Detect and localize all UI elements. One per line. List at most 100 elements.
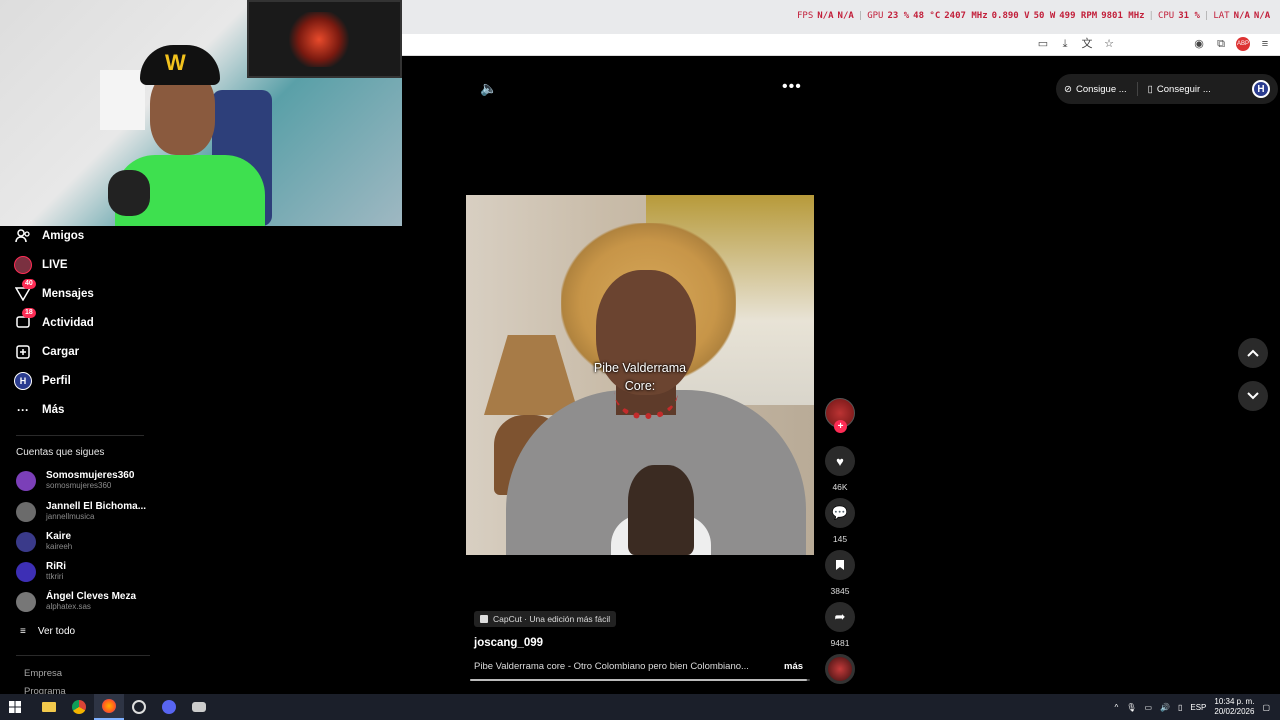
footer-link-company[interactable]: Empresa bbox=[24, 668, 62, 679]
share-action[interactable]: ➦ 9481 bbox=[822, 602, 858, 648]
heart-icon: ♥ bbox=[825, 446, 855, 476]
cpu-label: CPU bbox=[1157, 11, 1175, 21]
messages-icon: 40 bbox=[14, 279, 36, 303]
video-progress[interactable] bbox=[470, 679, 810, 681]
account-name: Ángel Cleves Meza bbox=[46, 591, 137, 602]
sidebar-item-activity[interactable]: 18 Actividad bbox=[14, 308, 94, 334]
firefox-icon[interactable] bbox=[94, 694, 124, 720]
background-monitor bbox=[247, 0, 402, 78]
gpu-temp: 48 °C bbox=[913, 11, 941, 21]
sidebar-item-messages[interactable]: 40 Mensajes bbox=[14, 279, 94, 305]
following-account[interactable]: Jannell El Bichoma... jannellmusica bbox=[16, 501, 146, 522]
microphone-icon[interactable]: 🎙 bbox=[1126, 703, 1136, 712]
language-indicator[interactable]: ESP bbox=[1190, 703, 1206, 712]
lat-value: N/A bbox=[1233, 11, 1250, 21]
address-bar: ▭ ⤓ 文 ☆ ◉ ⧉ ABP ≡ bbox=[402, 34, 1280, 56]
get-coins-label: Consigue ... bbox=[1075, 83, 1127, 95]
fps-value-2: N/A bbox=[837, 11, 854, 21]
sidebar-item-more[interactable]: ··· Más bbox=[14, 399, 64, 421]
get-coins-button[interactable]: ⊘ Consigue ... bbox=[1064, 84, 1127, 95]
video-description: Pibe Valderrama core - Otro Colombiano p… bbox=[474, 661, 749, 672]
shares-count: 9481 bbox=[830, 638, 850, 648]
sidebar-item-label: Cargar bbox=[42, 346, 80, 358]
video-player[interactable]: Pibe Valderrama Core: bbox=[466, 195, 814, 555]
following-account[interactable]: Kaire kaireeh bbox=[16, 531, 72, 552]
account-handle: jannellmusica bbox=[46, 512, 95, 521]
capcut-icon bbox=[480, 615, 488, 623]
fps-value: N/A bbox=[817, 11, 834, 21]
activity-icon: 18 bbox=[14, 308, 36, 332]
sidebar-item-profile[interactable]: H Perfil bbox=[14, 370, 71, 392]
account-name: Kaire bbox=[46, 531, 72, 542]
file-explorer-icon[interactable] bbox=[34, 694, 64, 720]
battery-icon[interactable]: ▯ bbox=[1178, 703, 1182, 712]
chrome-icon[interactable] bbox=[64, 694, 94, 720]
capture-app-icon[interactable] bbox=[184, 694, 214, 720]
following-account[interactable]: Ángel Cleves Meza alphatex.sas bbox=[16, 591, 136, 612]
adblock-icon[interactable]: ABP bbox=[1236, 37, 1250, 51]
sound-disc-icon[interactable] bbox=[825, 654, 855, 684]
performance-app-icon[interactable] bbox=[124, 694, 154, 720]
sidebar-item-friends[interactable]: Amigos bbox=[14, 225, 84, 247]
save-action[interactable]: 3845 bbox=[822, 550, 858, 596]
bookmark-icon bbox=[825, 550, 855, 580]
clock-date: 20/02/2026 bbox=[1214, 707, 1255, 716]
previous-video-button[interactable] bbox=[1238, 338, 1268, 368]
sidebar-item-upload[interactable]: Cargar bbox=[14, 341, 79, 363]
chevron-up-icon[interactable]: ^ bbox=[1115, 703, 1119, 712]
translate-icon[interactable]: 文 bbox=[1080, 37, 1094, 51]
see-all-label: Ver todo bbox=[37, 626, 76, 637]
list-icon: ≡ bbox=[20, 626, 26, 637]
clock[interactable]: 10:34 p. m. 20/02/2026 bbox=[1214, 697, 1254, 717]
avatar bbox=[16, 561, 36, 582]
more-button[interactable]: más bbox=[784, 661, 803, 672]
menu-icon[interactable]: ≡ bbox=[1258, 37, 1272, 51]
account-handle: alphatex.sas bbox=[46, 602, 91, 611]
divider bbox=[16, 655, 150, 656]
see-all-button[interactable]: ≡ Ver todo bbox=[20, 626, 75, 637]
comments-count: 145 bbox=[832, 534, 848, 544]
upload-icon bbox=[14, 343, 32, 361]
live-icon bbox=[14, 256, 32, 274]
volume-icon[interactable]: 🔈 bbox=[480, 80, 497, 97]
share-icon: ➦ bbox=[825, 602, 855, 632]
more-options-icon[interactable]: ••• bbox=[782, 78, 802, 96]
account-handle: ttkriri bbox=[46, 572, 64, 581]
gpu-clock: 2407 MHz bbox=[944, 11, 988, 21]
start-icon[interactable] bbox=[0, 694, 30, 720]
caption-line-1: Pibe Valderrama bbox=[593, 361, 687, 375]
comment-action[interactable]: 💬 145 bbox=[822, 498, 858, 544]
avatar bbox=[16, 531, 36, 552]
video-feed: 🔈 ••• ⊘ Consigue ... ▯ Conseguir ... H P… bbox=[402, 56, 1280, 694]
capcut-tag[interactable]: CapCut · Una edición más fácil bbox=[474, 611, 617, 627]
extensions-icon[interactable]: ⧉ bbox=[1214, 37, 1228, 51]
performance-overlay: FPS N/A N/A | GPU 23 % 48 °C 2407 MHz 0.… bbox=[797, 11, 1271, 21]
get-app-button[interactable]: ▯ Conseguir ... bbox=[1148, 84, 1211, 95]
sidebar-item-label: LIVE bbox=[42, 259, 68, 271]
gpu-label: GPU bbox=[867, 11, 884, 21]
browser-tabbar: FPS N/A N/A | GPU 23 % 48 °C 2407 MHz 0.… bbox=[402, 0, 1280, 34]
account-handle: somosmujeres360 bbox=[46, 481, 112, 490]
following-account[interactable]: RiRi ttkriri bbox=[16, 561, 66, 582]
following-account[interactable]: Somosmujeres360 somosmujeres360 bbox=[16, 470, 134, 491]
next-video-button[interactable] bbox=[1238, 381, 1268, 411]
system-tray: ^ 🎙 ▭ 🔊 ▯ ESP 10:34 p. m. 20/02/2026 ▢ bbox=[1115, 694, 1270, 720]
account-icon[interactable]: ◉ bbox=[1192, 37, 1206, 51]
sidebar-item-live[interactable]: LIVE bbox=[14, 254, 68, 276]
bookmark-star-icon[interactable]: ☆ bbox=[1102, 37, 1116, 51]
download-icon[interactable]: ⤓ bbox=[1058, 37, 1072, 51]
install-app-icon[interactable]: ▭ bbox=[1036, 37, 1050, 51]
notifications-icon[interactable]: ▢ bbox=[1262, 703, 1270, 712]
speaker-icon[interactable]: 🔊 bbox=[1160, 703, 1170, 712]
caption-line-2: Core: bbox=[624, 379, 656, 393]
like-action[interactable]: ♥ 46K bbox=[822, 446, 858, 492]
follow-plus-icon[interactable]: + bbox=[834, 420, 847, 433]
video-username[interactable]: joscang_099 bbox=[474, 637, 543, 649]
sidebar-item-label: Actividad bbox=[42, 317, 94, 329]
network-icon[interactable]: ▭ bbox=[1144, 703, 1152, 712]
discord-icon[interactable] bbox=[154, 694, 184, 720]
account-name: RiRi bbox=[46, 561, 66, 572]
profile-avatar[interactable]: H bbox=[1252, 80, 1270, 98]
cpu-load: 31 % bbox=[1178, 11, 1200, 21]
more-icon: ··· bbox=[17, 403, 29, 417]
